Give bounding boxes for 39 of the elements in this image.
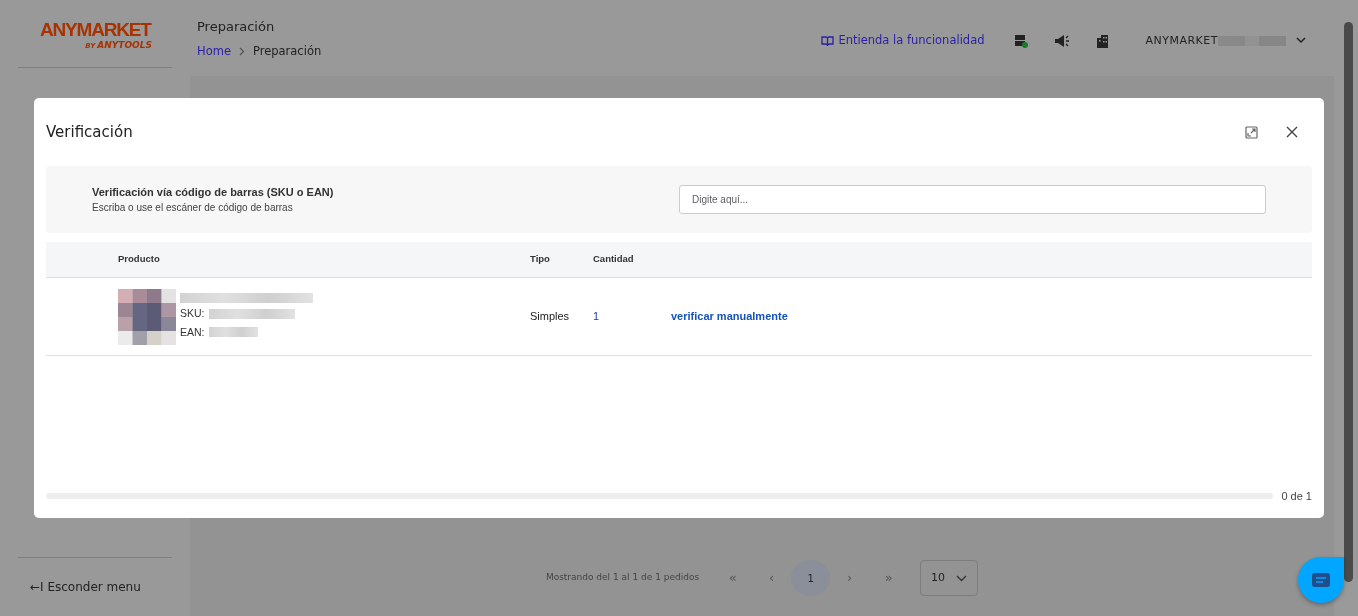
chevron-down-icon	[1296, 37, 1306, 45]
column-header: Producto	[117, 252, 161, 267]
redacted-block	[208, 327, 258, 338]
close-icon	[1286, 126, 1298, 138]
next-page-button[interactable]: ›	[830, 560, 870, 596]
column-header: Tipo	[530, 252, 551, 267]
first-page-button[interactable]: «	[713, 560, 753, 596]
help-link[interactable]: Entienda la funcionalidad	[821, 31, 985, 50]
hide-menu-button[interactable]: ←I Esconder menu	[18, 557, 172, 616]
server-icon[interactable]	[1014, 33, 1029, 48]
progress-reading: 0 de 1	[1281, 488, 1312, 504]
last-page-button[interactable]: »	[869, 560, 909, 596]
logo-brand: ANYMARKET	[40, 20, 153, 39]
ean-label: EAN:	[180, 324, 205, 340]
page-size-select[interactable]: 10	[920, 560, 979, 596]
type-cell: Simples	[530, 310, 570, 323]
account-menu[interactable]: ANYMARKET	[1141, 30, 1310, 52]
breadcrumb-link[interactable]: Home	[197, 42, 231, 60]
building-icon[interactable]	[1096, 33, 1110, 48]
breadcrumb-current: Preparación	[252, 42, 322, 60]
column-header: Cantidad	[593, 252, 635, 267]
pagination-summary: Mostrando del 1 al 1 de 1 pedidos	[545, 571, 700, 585]
scrollbar-thumb[interactable]	[1344, 22, 1353, 582]
chevron-down-icon	[956, 574, 968, 582]
quantity-cell: 1	[593, 310, 600, 323]
verify-manually-link[interactable]: verificar manualmente	[671, 310, 788, 323]
page-button[interactable]: 1	[791, 560, 831, 596]
chat-icon	[1312, 573, 1330, 587]
barcode-input-field[interactable]: Digite aquí...	[679, 185, 1266, 214]
book-icon	[821, 35, 835, 46]
dialog-title: Verificación	[46, 121, 133, 143]
chevron-right-icon	[238, 46, 245, 56]
sku-label: SKU:	[180, 305, 205, 321]
barcode-subtitle: Escriba o use el escáner de código de barras	[92, 201, 294, 216]
barcode-title: Verificación vía código de barras (SKU o EAN)	[92, 184, 334, 200]
page-title: Preparación	[197, 18, 276, 36]
expand-icon	[1245, 125, 1258, 139]
previous-page-button[interactable]: ‹	[752, 560, 792, 596]
megaphone-icon[interactable]	[1054, 33, 1071, 48]
